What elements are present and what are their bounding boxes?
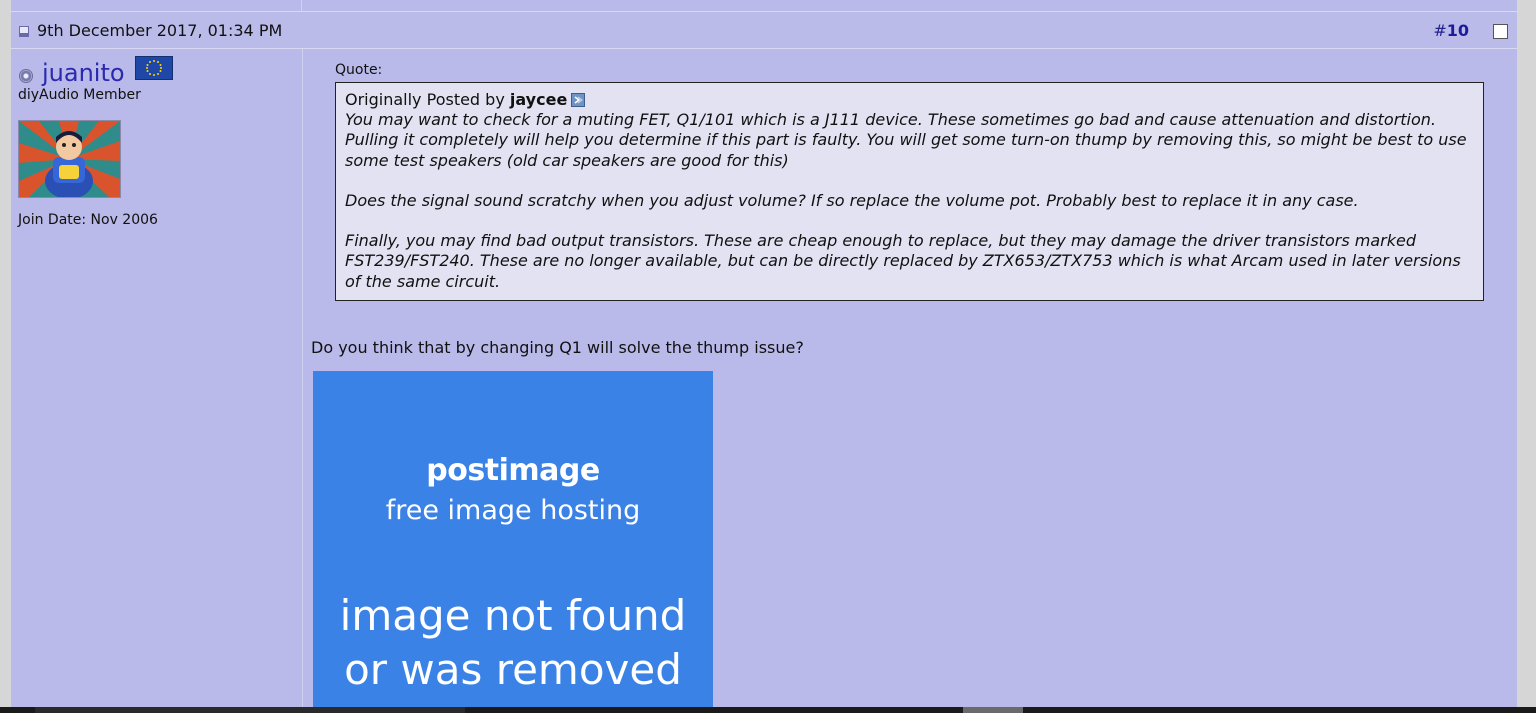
quote-text: You may want to check for a muting FET, …: [345, 110, 1475, 292]
post-number: 10: [1446, 21, 1469, 40]
column-divider: [301, 0, 302, 11]
postimage-tagline: free image hosting: [385, 495, 641, 526]
quote-paragraph: Finally, you may find bad output transis…: [345, 231, 1461, 291]
user-info-panel: juanito diyAudio Member Join Date: Nov 2…: [11, 49, 303, 713]
quote-paragraph: Does the signal sound scratchy when you …: [345, 190, 1359, 210]
image-missing-message: image not found or was removed: [339, 591, 687, 694]
multiquote-checkbox[interactable]: [1493, 24, 1508, 39]
taskbar-edge: [0, 707, 1536, 713]
forum-post: 9th December 2017, 01:34 PM #10 juanito …: [11, 12, 1517, 713]
post-date: 9th December 2017, 01:34 PM: [37, 21, 283, 40]
embedded-image-placeholder[interactable]: postimage free image hosting image not f…: [313, 371, 713, 713]
postimage-logo: postimage: [426, 453, 600, 488]
quote-box: Originally Posted by jaycee You may want…: [335, 82, 1484, 301]
quote-attribution: Originally Posted by jaycee: [345, 90, 1475, 110]
eu-flag-icon: [135, 56, 173, 80]
user-title: diyAudio Member: [18, 87, 141, 103]
quote-paragraph: You may want to check for a muting FET, …: [345, 110, 1467, 170]
username-link[interactable]: juanito: [42, 59, 125, 87]
quote-author: jaycee: [509, 90, 568, 109]
join-date: Join Date: Nov 2006: [18, 212, 158, 228]
view-post-icon[interactable]: [571, 93, 586, 107]
quote-label: Quote:: [335, 62, 383, 78]
post-old-icon: [19, 26, 29, 37]
post-header: 9th December 2017, 01:34 PM #10: [11, 12, 1517, 49]
user-avatar[interactable]: [18, 120, 121, 199]
post-message: Do you think that by changing Q1 will so…: [311, 338, 804, 357]
offline-status-icon: [19, 69, 33, 83]
post-content: Quote: Originally Posted by jaycee You m…: [311, 49, 1511, 713]
post-number-link[interactable]: #10: [1433, 21, 1469, 40]
